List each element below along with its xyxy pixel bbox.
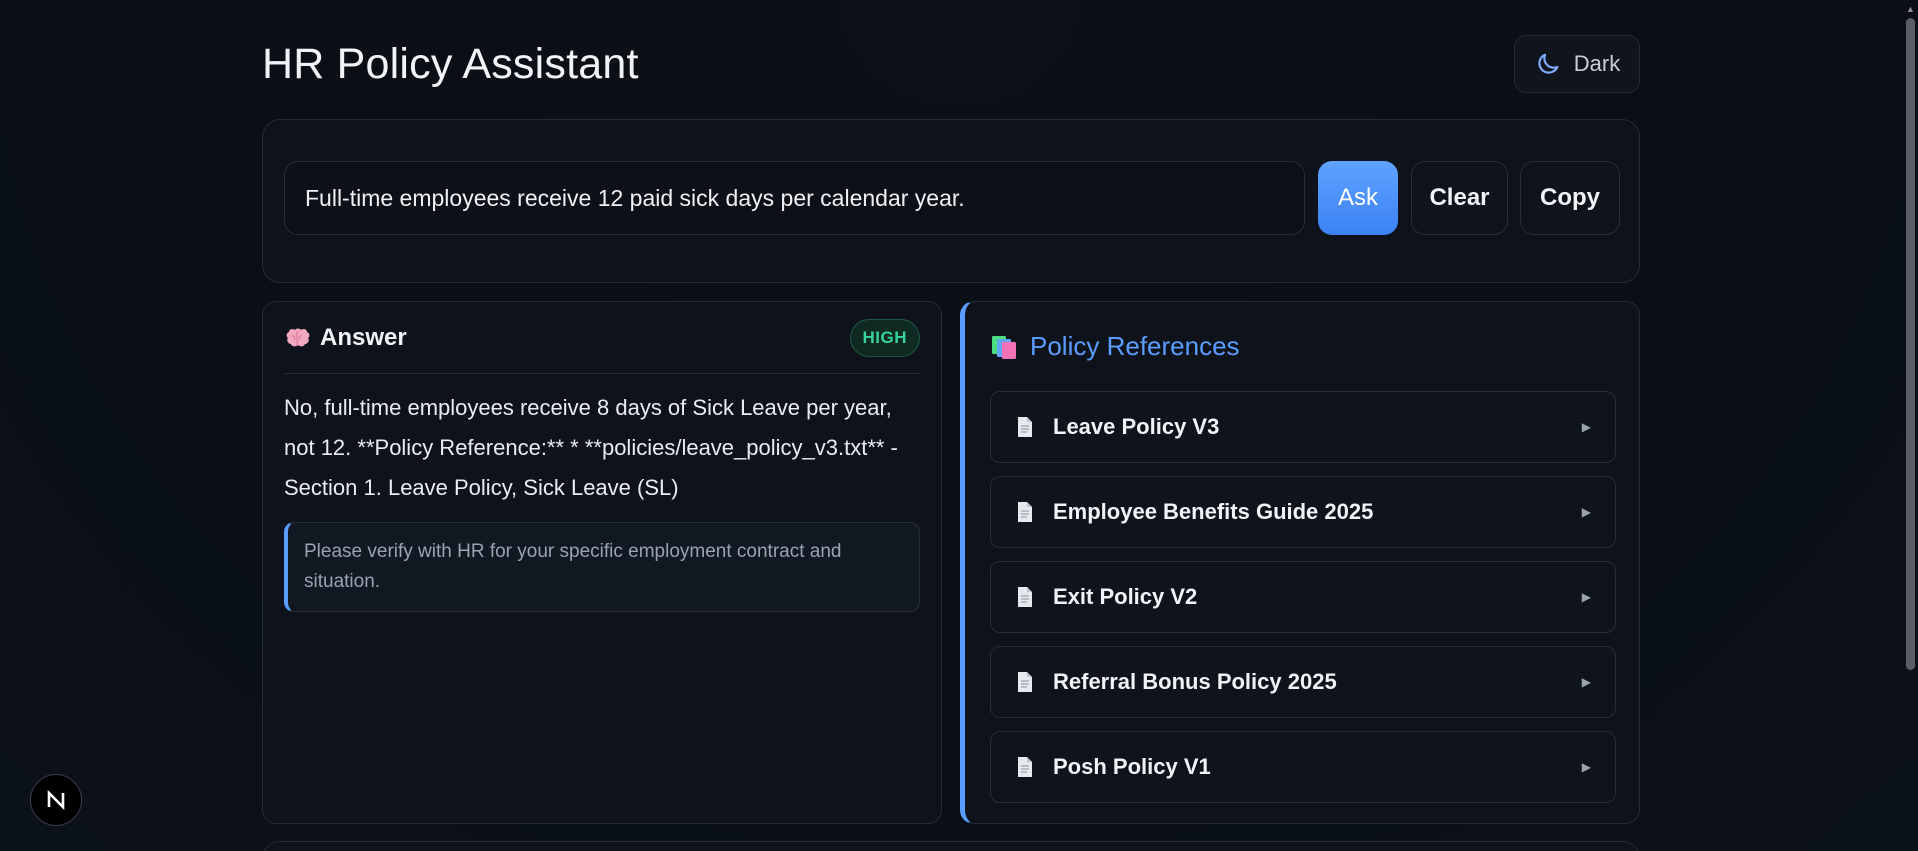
reference-label: Leave Policy V3 [1053, 414, 1220, 439]
page-title: HR Policy Assistant [262, 40, 639, 88]
reference-label: Posh Policy V1 [1053, 754, 1211, 779]
caret-right-icon: ▶ [1581, 675, 1591, 689]
books-icon [992, 335, 1016, 359]
ask-panel: Ask Clear Copy [262, 119, 1640, 283]
clear-button[interactable]: Clear [1411, 161, 1508, 235]
document-icon [1018, 672, 1032, 692]
moon-icon [1538, 53, 1559, 74]
caret-right-icon: ▶ [1581, 760, 1591, 774]
nextjs-dev-badge[interactable] [30, 774, 82, 826]
reference-label: Referral Bonus Policy 2025 [1053, 669, 1337, 694]
caret-right-icon: ▶ [1581, 505, 1591, 519]
document-icon [1018, 587, 1032, 607]
theme-toggle-button[interactable]: Dark [1514, 35, 1640, 93]
reference-item-benefits-guide[interactable]: Employee Benefits Guide 2025 ▶ [990, 476, 1616, 548]
policy-references-panel: Policy References Leave Policy V3 ▶ Empl… [960, 301, 1640, 824]
brain-icon [286, 328, 310, 346]
disclaimer-note: Please verify with HR for your specific … [284, 522, 920, 612]
document-icon [1018, 417, 1032, 437]
question-input[interactable] [284, 161, 1305, 235]
answer-text: No, full-time employees receive 8 days o… [284, 395, 898, 500]
theme-toggle-label: Dark [1573, 51, 1621, 76]
answer-title: Answer [320, 323, 407, 351]
confidence-badge: HIGH [849, 318, 920, 357]
reference-item-posh-policy[interactable]: Posh Policy V1 ▶ [990, 731, 1616, 803]
scrollbar-thumb[interactable] [1906, 18, 1915, 670]
reference-item-exit-policy[interactable]: Exit Policy V2 ▶ [990, 561, 1616, 633]
answer-header: Answer HIGH [284, 302, 920, 374]
document-icon [1018, 502, 1032, 522]
caret-right-icon: ▶ [1581, 590, 1591, 604]
caret-right-icon: ▶ [1581, 420, 1591, 434]
copy-button[interactable]: Copy [1520, 161, 1620, 235]
bottom-panel [262, 841, 1640, 851]
reference-label: Exit Policy V2 [1053, 584, 1198, 609]
scrollbar-up-arrow[interactable]: ▲ [1906, 4, 1915, 14]
document-icon [1018, 757, 1032, 777]
reference-item-referral-bonus[interactable]: Referral Bonus Policy 2025 ▶ [990, 646, 1616, 718]
ask-button[interactable]: Ask [1318, 161, 1398, 235]
reference-item-leave-policy[interactable]: Leave Policy V3 ▶ [990, 391, 1616, 463]
references-header: Policy References [990, 302, 1616, 391]
answer-heading: Answer [284, 324, 407, 352]
answer-panel: Answer HIGH No, full-time employees rece… [262, 301, 942, 824]
reference-label: Employee Benefits Guide 2025 [1053, 499, 1374, 524]
nextjs-logo-icon [47, 789, 65, 811]
references-title: Policy References [1030, 331, 1240, 361]
